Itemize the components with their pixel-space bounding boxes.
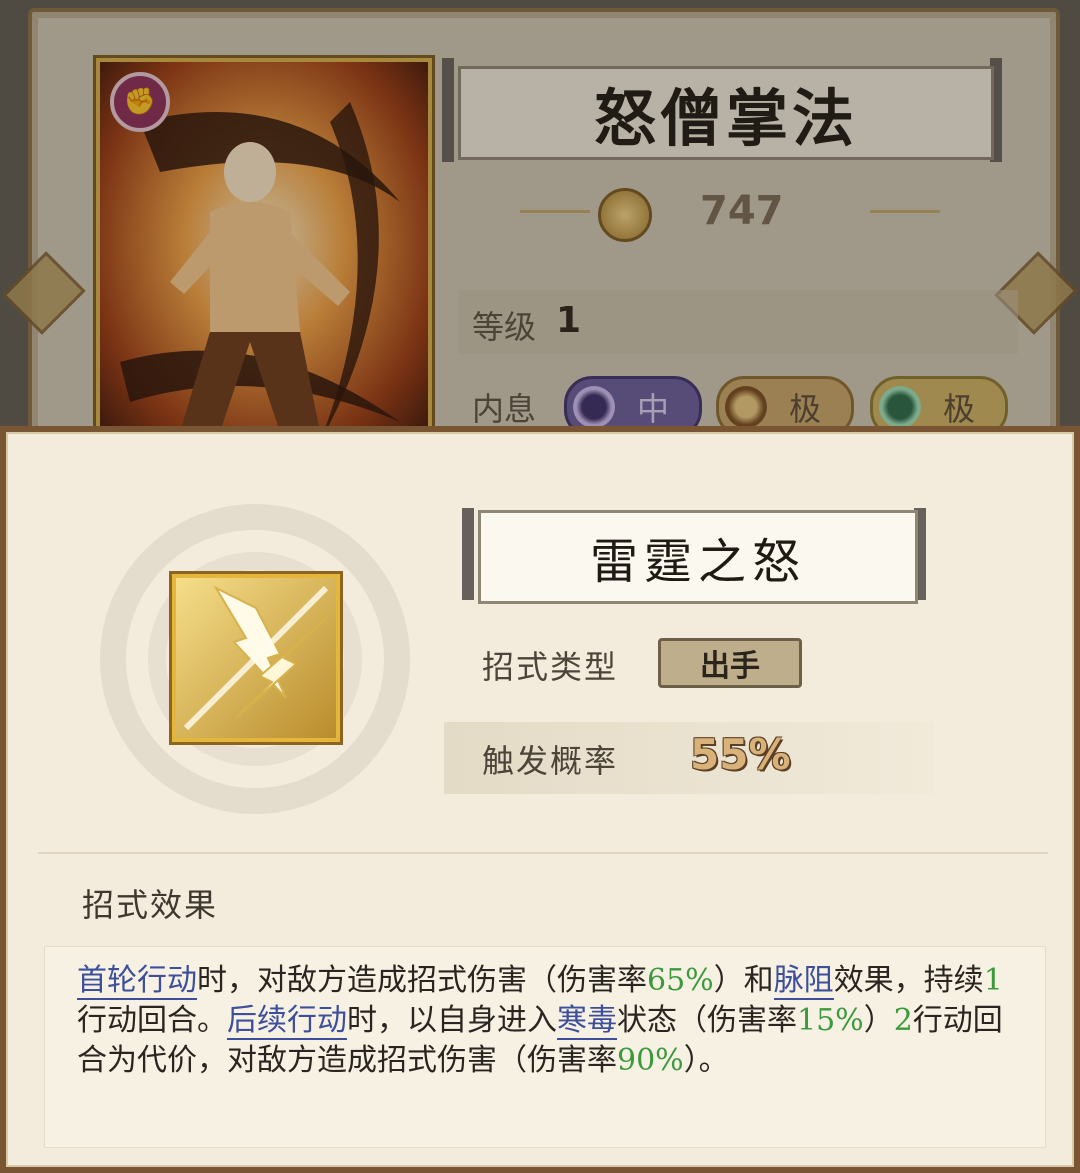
effect-number: 2 xyxy=(893,1003,913,1038)
effect-description-box: 首轮行动时，对敌方造成招式伤害（伤害率65%）和脉阻效果，持续1 行动回合。后续行… xyxy=(44,946,1046,1148)
neixi-grade-3: 极 xyxy=(943,390,976,428)
effect-number: 1 xyxy=(983,963,1003,998)
level-label: 等级 xyxy=(472,308,537,346)
effect-keyword-link[interactable]: 首轮行动 xyxy=(77,963,197,1000)
sun-icon xyxy=(725,386,767,428)
fist-icon: ✊ xyxy=(110,72,170,132)
effect-text-segment: ） xyxy=(863,1003,894,1038)
skill-name-bracket-left xyxy=(462,508,474,600)
technique-title: 怒僧掌法 xyxy=(593,82,858,155)
sword-medal-icon xyxy=(598,188,652,242)
skill-type-label: 招式类型 xyxy=(482,648,619,686)
ornament-right xyxy=(870,210,940,213)
trigger-probability-value: 55% xyxy=(690,730,791,779)
moon-icon xyxy=(573,386,615,428)
effect-text-segment: 行动回合。 xyxy=(77,1003,227,1038)
neixi-grade-1: 中 xyxy=(637,390,670,428)
skill-type-badge: 出手 xyxy=(658,638,802,688)
ornament-left xyxy=(520,210,590,213)
jade-ring-icon xyxy=(879,386,921,428)
effect-number: 65% xyxy=(647,963,714,998)
effect-text-segment: 状态（伤害率 xyxy=(617,1003,797,1038)
skill-name-box: 雷霆之怒 xyxy=(478,510,918,604)
level-value: 1 xyxy=(556,300,582,341)
skill-detail-inner: 雷霆之怒 招式类型 出手 触发概率 55% 招式效果 首轮行动时，对敌方造成招式… xyxy=(6,432,1074,1167)
section-divider xyxy=(38,852,1048,854)
effect-text-segment: 效果，持续 xyxy=(833,963,984,998)
effect-title: 招式效果 xyxy=(82,886,219,924)
power-row: 747 xyxy=(520,172,940,252)
effect-text-segment: 时，以自身进入 xyxy=(347,1003,557,1038)
lightning-icon xyxy=(172,574,340,742)
technique-title-box: 怒僧掌法 xyxy=(458,66,994,160)
trigger-probability-label: 触发概率 xyxy=(482,742,619,780)
effect-number: 90% xyxy=(617,1043,684,1078)
trigger-probability-row: 触发概率 55% xyxy=(444,722,934,794)
effect-keyword-link[interactable]: 寒毒 xyxy=(557,1003,617,1040)
effect-text-segment: ）和 xyxy=(713,963,774,998)
effect-text-segment: ）。 xyxy=(683,1043,729,1078)
effect-text-segment: 时，对敌方造成招式伤害（伤害率 xyxy=(197,963,647,998)
technique-card[interactable]: ✊ xyxy=(96,58,432,466)
effect-keyword-link[interactable]: 脉阻 xyxy=(773,963,834,1000)
skill-name: 雷霆之怒 xyxy=(589,534,806,590)
title-bracket-left xyxy=(442,58,454,162)
power-value: 747 xyxy=(700,188,784,234)
skill-detail-panel: 雷霆之怒 招式类型 出手 触发概率 55% 招式效果 首轮行动时，对敌方造成招式… xyxy=(0,426,1080,1173)
neixi-grade-2: 极 xyxy=(789,390,822,428)
effect-keyword-link[interactable]: 后续行动 xyxy=(227,1003,347,1040)
level-row: 等级 1 xyxy=(458,290,1018,354)
effect-number: 15% xyxy=(797,1003,864,1038)
neixi-label: 内息 xyxy=(472,390,537,428)
effect-description: 首轮行动时，对敌方造成招式伤害（伤害率65%）和脉阻效果，持续1 行动回合。后续行… xyxy=(77,961,1027,1081)
